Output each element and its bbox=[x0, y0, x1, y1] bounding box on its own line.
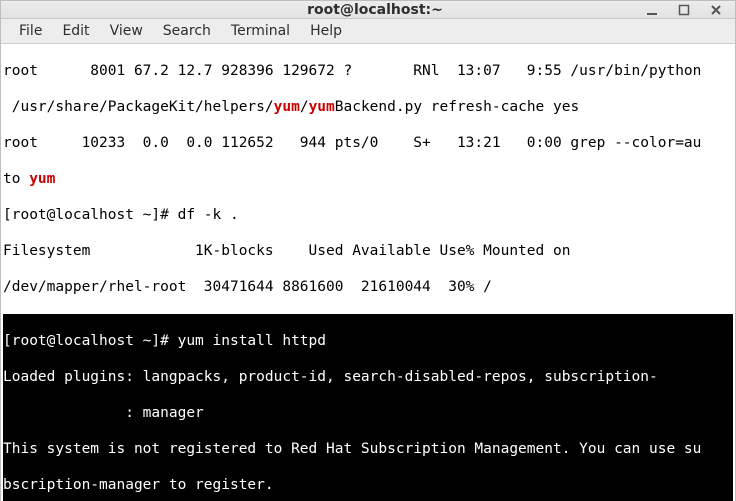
text: to bbox=[3, 171, 29, 187]
terminal-line: This system is not registered to Red Hat… bbox=[3, 440, 733, 458]
close-icon bbox=[710, 4, 722, 16]
terminal-line: Loaded plugins: langpacks, product-id, s… bbox=[3, 368, 733, 386]
minimize-icon bbox=[646, 4, 658, 16]
text: / bbox=[300, 99, 309, 115]
highlighted-text: yum bbox=[309, 99, 335, 115]
menu-view[interactable]: View bbox=[100, 19, 153, 43]
text: Backend.py refresh-cache yes bbox=[335, 99, 579, 115]
terminal-line: Filesystem 1K-blocks Used Available Use%… bbox=[3, 242, 733, 260]
titlebar: root@localhost:~ bbox=[1, 1, 735, 19]
menu-help[interactable]: Help bbox=[300, 19, 352, 43]
highlighted-text: yum bbox=[29, 171, 55, 187]
terminal-line: root 8001 67.2 12.7 928396 129672 ? RNl … bbox=[3, 62, 733, 80]
terminal-line: bscription-manager to register. bbox=[3, 476, 733, 494]
menubar: File Edit View Search Terminal Help bbox=[1, 19, 735, 44]
window-title: root@localhost:~ bbox=[105, 1, 645, 18]
terminal-line: to yum bbox=[3, 170, 733, 188]
terminal-line: root 10233 0.0 0.0 112652 944 pts/0 S+ 1… bbox=[3, 134, 733, 152]
highlighted-text: yum bbox=[274, 99, 300, 115]
terminal-dark-block: [root@localhost ~]# yum install httpd Lo… bbox=[3, 314, 733, 501]
terminal-window: root@localhost:~ File Edit View Search T… bbox=[0, 0, 736, 501]
maximize-button[interactable] bbox=[677, 3, 691, 17]
menu-edit[interactable]: Edit bbox=[52, 19, 99, 43]
terminal-line: /usr/share/PackageKit/helpers/yum/yumBac… bbox=[3, 98, 733, 116]
minimize-button[interactable] bbox=[645, 3, 659, 17]
menu-terminal[interactable]: Terminal bbox=[221, 19, 300, 43]
terminal-line: : manager bbox=[3, 404, 733, 422]
menu-file[interactable]: File bbox=[9, 19, 52, 43]
terminal-body[interactable]: root 8001 67.2 12.7 928396 129672 ? RNl … bbox=[1, 44, 735, 501]
window-controls bbox=[645, 3, 735, 17]
text: /usr/share/PackageKit/helpers/ bbox=[3, 99, 274, 115]
maximize-icon bbox=[678, 4, 690, 16]
terminal-line: /dev/mapper/rhel-root 30471644 8861600 2… bbox=[3, 278, 733, 296]
terminal-line: [root@localhost ~]# df -k . bbox=[3, 206, 733, 224]
close-button[interactable] bbox=[709, 3, 723, 17]
terminal-line: [root@localhost ~]# yum install httpd bbox=[3, 332, 733, 350]
menu-search[interactable]: Search bbox=[153, 19, 221, 43]
